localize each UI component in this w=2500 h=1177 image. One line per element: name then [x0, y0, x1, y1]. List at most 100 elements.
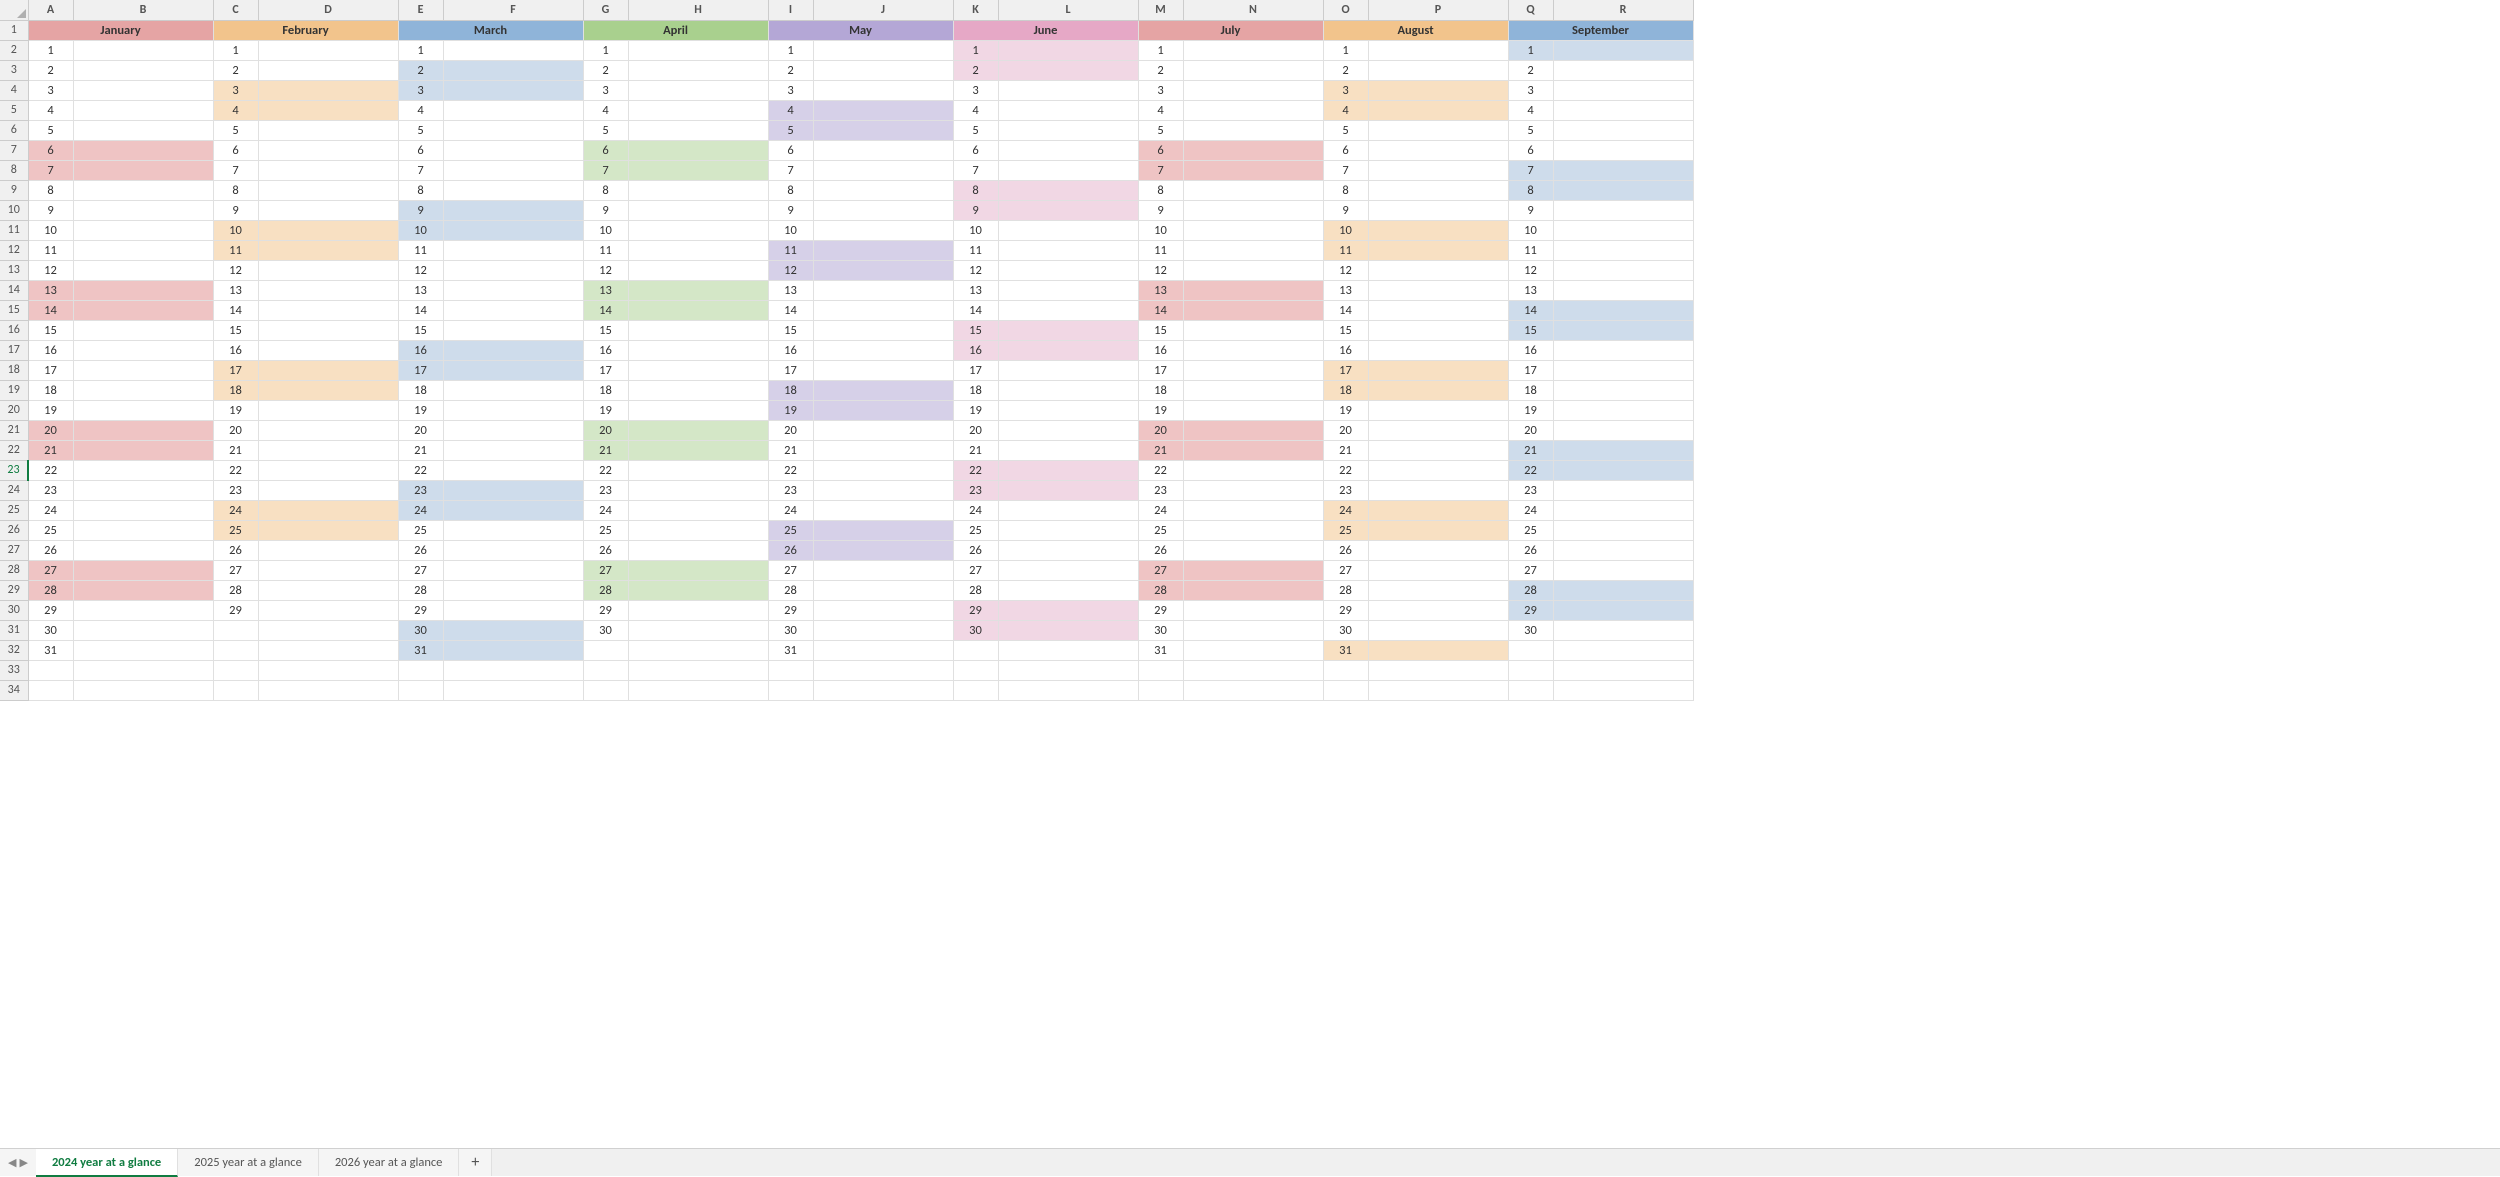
calendar-day-cell[interactable]: 29	[398, 600, 443, 620]
calendar-event-cell[interactable]	[1368, 380, 1508, 400]
calendar-event-cell[interactable]	[258, 420, 398, 440]
calendar-day-cell[interactable]: 27	[1323, 560, 1368, 580]
calendar-event-cell[interactable]	[1553, 500, 1693, 520]
calendar-event-cell[interactable]	[998, 420, 1138, 440]
calendar-event-cell[interactable]	[258, 120, 398, 140]
calendar-event-cell[interactable]	[1183, 360, 1323, 380]
calendar-day-cell[interactable]: 6	[1508, 140, 1553, 160]
calendar-event-cell[interactable]	[1183, 460, 1323, 480]
row-header[interactable]: 1	[0, 20, 28, 40]
calendar-day-cell[interactable]: 14	[398, 300, 443, 320]
calendar-day-cell[interactable]: 17	[1323, 360, 1368, 380]
calendar-day-cell[interactable]: 5	[1138, 120, 1183, 140]
calendar-day-cell[interactable]: 25	[213, 520, 258, 540]
calendar-day-cell[interactable]: 27	[398, 560, 443, 580]
calendar-event-cell[interactable]	[998, 180, 1138, 200]
calendar-day-cell[interactable]: 30	[1323, 620, 1368, 640]
calendar-day-cell[interactable]: 23	[768, 480, 813, 500]
calendar-event-cell[interactable]	[1183, 140, 1323, 160]
calendar-event-cell[interactable]	[258, 580, 398, 600]
calendar-event-cell[interactable]	[1183, 320, 1323, 340]
calendar-event-cell[interactable]	[628, 260, 768, 280]
calendar-event-cell[interactable]	[1553, 400, 1693, 420]
calendar-day-cell[interactable]: 21	[953, 440, 998, 460]
row-header[interactable]: 22	[0, 440, 28, 460]
calendar-event-cell[interactable]	[73, 40, 213, 60]
calendar-day-cell[interactable]: 17	[1138, 360, 1183, 380]
calendar-day-cell[interactable]: 12	[768, 260, 813, 280]
calendar-day-cell[interactable]: 29	[1508, 600, 1553, 620]
calendar-day-cell[interactable]: 12	[28, 260, 73, 280]
calendar-event-cell[interactable]	[628, 80, 768, 100]
calendar-day-cell[interactable]: 2	[213, 60, 258, 80]
calendar-day-cell[interactable]: 8	[1508, 180, 1553, 200]
calendar-day-cell[interactable]: 7	[583, 160, 628, 180]
calendar-event-cell[interactable]	[443, 240, 583, 260]
calendar-day-cell[interactable]: 24	[28, 500, 73, 520]
calendar-day-cell[interactable]: 24	[213, 500, 258, 520]
calendar-event-cell[interactable]	[813, 480, 953, 500]
calendar-event-cell[interactable]	[443, 460, 583, 480]
calendar-day-cell[interactable]: 25	[953, 520, 998, 540]
calendar-event-cell[interactable]	[258, 680, 398, 700]
calendar-event-cell[interactable]	[628, 400, 768, 420]
calendar-event-cell[interactable]	[998, 580, 1138, 600]
calendar-event-cell[interactable]	[73, 60, 213, 80]
calendar-event-cell[interactable]	[258, 100, 398, 120]
calendar-event-cell[interactable]	[628, 620, 768, 640]
calendar-day-cell[interactable]: 24	[398, 500, 443, 520]
calendar-day-cell[interactable]: 12	[1508, 260, 1553, 280]
calendar-day-cell[interactable]: 30	[768, 620, 813, 640]
calendar-event-cell[interactable]	[73, 240, 213, 260]
calendar-day-cell[interactable]: 15	[1323, 320, 1368, 340]
row-header[interactable]: 8	[0, 160, 28, 180]
calendar-day-cell[interactable]: 26	[1508, 540, 1553, 560]
calendar-day-cell[interactable]: 31	[398, 640, 443, 660]
calendar-event-cell[interactable]	[443, 620, 583, 640]
calendar-event-cell[interactable]	[998, 80, 1138, 100]
calendar-day-cell[interactable]: 1	[28, 40, 73, 60]
calendar-day-cell[interactable]: 2	[583, 60, 628, 80]
calendar-day-cell[interactable]: 29	[28, 600, 73, 620]
calendar-day-cell[interactable]: 3	[768, 80, 813, 100]
calendar-event-cell[interactable]	[443, 380, 583, 400]
row-header[interactable]: 5	[0, 100, 28, 120]
calendar-event-cell[interactable]	[1553, 140, 1693, 160]
calendar-event-cell[interactable]	[998, 600, 1138, 620]
calendar-day-cell[interactable]: 24	[1508, 500, 1553, 520]
calendar-event-cell[interactable]	[1368, 440, 1508, 460]
calendar-day-cell[interactable]	[398, 660, 443, 680]
calendar-event-cell[interactable]	[998, 320, 1138, 340]
calendar-day-cell[interactable]: 30	[1138, 620, 1183, 640]
calendar-event-cell[interactable]	[813, 400, 953, 420]
calendar-day-cell[interactable]	[583, 660, 628, 680]
column-header[interactable]: M	[1138, 0, 1183, 20]
calendar-event-cell[interactable]	[73, 360, 213, 380]
calendar-day-cell[interactable]: 17	[398, 360, 443, 380]
calendar-event-cell[interactable]	[813, 460, 953, 480]
calendar-event-cell[interactable]	[1368, 520, 1508, 540]
calendar-day-cell[interactable]: 26	[953, 540, 998, 560]
calendar-event-cell[interactable]	[258, 640, 398, 660]
calendar-day-cell[interactable]: 13	[768, 280, 813, 300]
calendar-event-cell[interactable]	[1553, 80, 1693, 100]
calendar-day-cell[interactable]: 18	[1138, 380, 1183, 400]
calendar-event-cell[interactable]	[258, 220, 398, 240]
calendar-day-cell[interactable]: 20	[1138, 420, 1183, 440]
calendar-event-cell[interactable]	[628, 420, 768, 440]
calendar-event-cell[interactable]	[1183, 600, 1323, 620]
calendar-event-cell[interactable]	[1183, 620, 1323, 640]
calendar-day-cell[interactable]: 23	[583, 480, 628, 500]
row-header[interactable]: 14	[0, 280, 28, 300]
calendar-event-cell[interactable]	[443, 80, 583, 100]
calendar-event-cell[interactable]	[813, 600, 953, 620]
calendar-day-cell[interactable]: 20	[213, 420, 258, 440]
calendar-event-cell[interactable]	[998, 660, 1138, 680]
calendar-event-cell[interactable]	[1368, 680, 1508, 700]
calendar-event-cell[interactable]	[1368, 340, 1508, 360]
calendar-event-cell[interactable]	[258, 560, 398, 580]
calendar-day-cell[interactable]: 20	[28, 420, 73, 440]
calendar-event-cell[interactable]	[1553, 600, 1693, 620]
calendar-event-cell[interactable]	[258, 360, 398, 380]
month-header[interactable]: February	[213, 20, 398, 40]
